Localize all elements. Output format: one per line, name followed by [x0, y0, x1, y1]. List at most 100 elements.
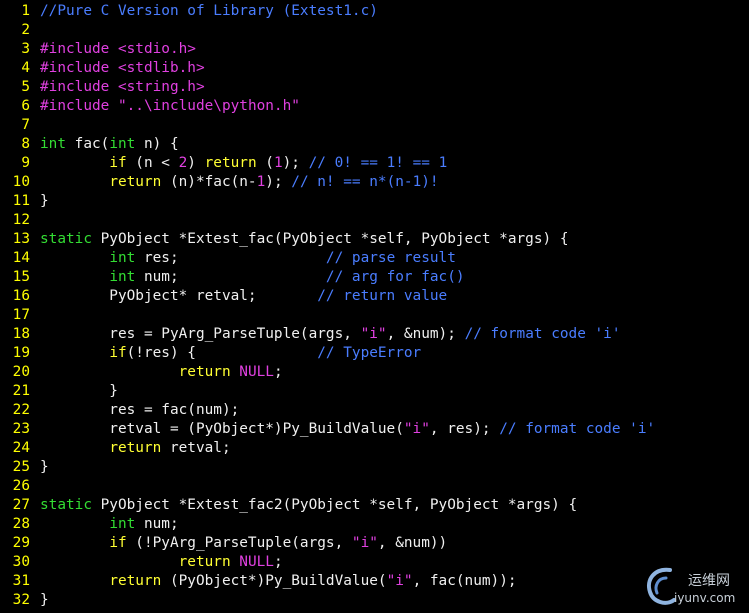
code-line: 26: [0, 477, 749, 496]
line-number: 4: [21, 60, 30, 76]
line-number: 5: [21, 79, 30, 95]
code-token-kw: return: [109, 440, 162, 456]
code-text: if(!res) { // TypeError: [40, 344, 421, 363]
code-text: }: [40, 591, 49, 610]
code-token-type: int: [109, 516, 136, 532]
code-line: 16 PyObject* retval; // return value: [0, 287, 749, 306]
code-text: #include "..\include\python.h": [40, 97, 300, 116]
code-token-type: int: [40, 136, 66, 152]
line-number: 32: [12, 592, 30, 608]
code-token-type: int: [109, 269, 136, 285]
code-line: 25}: [0, 458, 749, 477]
code-editor[interactable]: 1 //Pure C Version of Library (Extest1.c)…: [0, 2, 749, 610]
code-text: }: [40, 192, 49, 211]
code-text: int fac(int n) {: [40, 135, 179, 154]
code-line: 17: [0, 306, 749, 325]
code-line: 30 return NULL;: [0, 553, 749, 572]
code-token-num: NULL: [239, 554, 274, 570]
line-number: 19: [12, 345, 30, 361]
line-number: 1: [21, 3, 30, 19]
line-number: 20: [12, 364, 30, 380]
code-line: 2: [0, 21, 749, 40]
code-token-str: "i": [386, 573, 413, 589]
line-number: 7: [21, 117, 30, 133]
code-line: 28 int num;: [0, 515, 749, 534]
code-token-pre: #include: [40, 98, 118, 114]
code-line: 29 if (!PyArg_ParseTuple(args, "i", &num…: [0, 534, 749, 553]
code-token-str: "..\include\python.h": [117, 98, 300, 114]
code-token-num: 2: [178, 155, 188, 171]
code-token-kw: return: [178, 364, 231, 380]
code-line: 24 return retval;: [0, 439, 749, 458]
code-line: 14 int res; // parse result: [0, 249, 749, 268]
line-number: 6: [21, 98, 30, 114]
code-token-plain: (: [256, 155, 274, 171]
code-line: 6 #include "..\include\python.h": [0, 97, 749, 116]
code-token-plain: ): [187, 155, 205, 171]
code-text: return NULL;: [40, 363, 283, 382]
watermark: 运维网 iyunv.com: [640, 562, 749, 613]
code-line: 31 return (PyObject*)Py_BuildValue("i", …: [0, 572, 749, 591]
code-token-comment: // format code 'i': [499, 421, 656, 437]
code-token-type: int: [109, 136, 136, 152]
code-token-plain: }: [40, 592, 49, 608]
code-line: 22 res = fac(num);: [0, 401, 749, 420]
code-line: 27 static PyObject *Extest_fac2(PyObject …: [0, 496, 749, 515]
code-text: return NULL;: [40, 553, 283, 572]
code-text: int num; // arg for fac(): [40, 268, 465, 287]
code-line: 8 int fac(int n) {: [0, 135, 749, 154]
code-line: 32}: [0, 591, 749, 610]
line-number: 3: [21, 41, 30, 57]
code-token-plain: PyObject *Extest_fac2(PyObject *self, Py…: [91, 497, 578, 513]
code-line: 9 if (n < 2) return (1); // 0! == 1! == …: [0, 154, 749, 173]
code-line: 5 #include <string.h>: [0, 78, 749, 97]
code-token-str: "i": [351, 535, 378, 551]
code-token-kw: if: [109, 535, 127, 551]
code-token-kw: return: [178, 554, 231, 570]
code-text: }: [40, 382, 118, 401]
code-token-str: "i": [360, 326, 387, 342]
code-text: int res; // parse result: [40, 249, 456, 268]
code-token-kw: return: [109, 174, 162, 190]
code-token-plain: , res);: [429, 421, 500, 437]
code-line: 11}: [0, 192, 749, 211]
line-number: 28: [12, 516, 30, 532]
code-token-plain: (!res) {: [126, 345, 318, 361]
code-text: static PyObject *Extest_fac2(PyObject *s…: [40, 496, 577, 515]
code-text: retval = (PyObject*)Py_BuildValue("i", r…: [40, 420, 655, 439]
code-token-comment: // arg for fac(): [325, 269, 465, 285]
code-text: #include <stdlib.h>: [40, 59, 205, 78]
code-token-kw: if: [109, 155, 127, 171]
code-token-plain: , &num);: [386, 326, 465, 342]
code-token-comment: // n! == n*(n-1)!: [291, 174, 439, 190]
line-number: 29: [12, 535, 30, 551]
code-line: 13 static PyObject *Extest_fac(PyObject *…: [0, 230, 749, 249]
code-token-type: static: [40, 497, 92, 513]
code-line: 18 res = PyArg_ParseTuple(args, "i", &nu…: [0, 325, 749, 344]
code-text: return retval;: [40, 439, 230, 458]
code-line: 19 if(!res) { // TypeError: [0, 344, 749, 363]
code-token-plain: res = fac(num);: [40, 402, 240, 418]
code-text: if (n < 2) return (1); // 0! == 1! == 1: [40, 154, 447, 173]
code-token-str: <string.h>: [117, 79, 205, 95]
code-token-str: <stdlib.h>: [117, 60, 205, 76]
code-token-str: <stdio.h>: [117, 41, 196, 57]
code-token-plain: res = PyArg_ParseTuple(args,: [40, 326, 361, 342]
line-number: 13: [12, 231, 30, 247]
line-number: 21: [12, 383, 30, 399]
code-token-plain: PyObject* retval;: [40, 288, 318, 304]
line-number: 31: [12, 573, 30, 589]
code-token-plain: }: [40, 459, 49, 475]
line-number: 12: [12, 212, 30, 228]
code-token-kw: return: [109, 573, 162, 589]
code-token-plain: retval = (PyObject*)Py_BuildValue(: [40, 421, 404, 437]
